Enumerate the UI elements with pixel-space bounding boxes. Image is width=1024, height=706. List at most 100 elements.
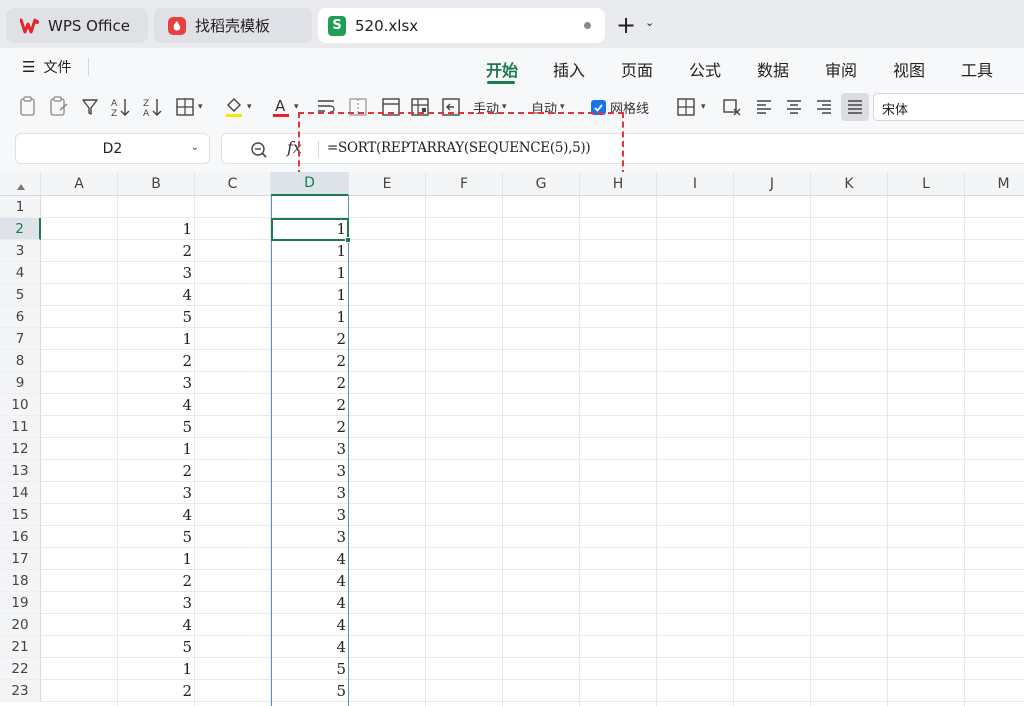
- cell-B21[interactable]: 5: [118, 636, 195, 658]
- file-menu-button[interactable]: ☰ 文件: [22, 57, 71, 77]
- row-header-6[interactable]: 6: [0, 306, 41, 328]
- tab-data[interactable]: 数据: [757, 57, 789, 81]
- formula-highlight-annotation: [298, 112, 624, 176]
- row-header-12[interactable]: 12: [0, 438, 41, 460]
- column-header-G[interactable]: G: [503, 172, 580, 196]
- column-header-E[interactable]: E: [349, 172, 426, 196]
- row-header-23[interactable]: 23: [0, 680, 41, 702]
- cell-B15[interactable]: 4: [118, 504, 195, 526]
- column-header-M[interactable]: M: [965, 172, 1024, 196]
- align-center-icon[interactable]: [784, 95, 804, 119]
- row-header-1[interactable]: 1: [0, 196, 41, 218]
- paste-values-icon[interactable]: [18, 95, 38, 119]
- column-header-J[interactable]: J: [734, 172, 811, 196]
- new-tab-button[interactable]: +: [616, 12, 636, 38]
- font-name-select[interactable]: 宋体: [873, 93, 1024, 121]
- cell-B7[interactable]: 1: [118, 328, 195, 350]
- paste-format-icon[interactable]: [48, 95, 70, 119]
- row-header-7[interactable]: 7: [0, 328, 41, 350]
- row-header-2[interactable]: 2: [0, 218, 41, 240]
- column-header-I[interactable]: I: [657, 172, 734, 196]
- fill-handle[interactable]: [345, 237, 351, 243]
- cell-style-button[interactable]: ▾: [676, 95, 706, 119]
- row-header-22[interactable]: 22: [0, 658, 41, 680]
- cell-B9[interactable]: 3: [118, 372, 195, 394]
- name-box[interactable]: D2 ⌄: [15, 133, 210, 164]
- align-justify-icon[interactable]: [841, 93, 869, 121]
- filter-icon[interactable]: [81, 95, 99, 119]
- tab-template[interactable]: 找稻壳模板: [154, 8, 312, 43]
- row-header-17[interactable]: 17: [0, 548, 41, 570]
- cell-B6[interactable]: 5: [118, 306, 195, 328]
- row-header-8[interactable]: 8: [0, 350, 41, 372]
- cell-B17[interactable]: 1: [118, 548, 195, 570]
- cell-B10[interactable]: 4: [118, 394, 195, 416]
- cell-B12[interactable]: 1: [118, 438, 195, 460]
- cell-B5[interactable]: 4: [118, 284, 195, 306]
- row-header-19[interactable]: 19: [0, 592, 41, 614]
- tab-review[interactable]: 审阅: [825, 57, 857, 81]
- select-all-corner[interactable]: [0, 172, 41, 196]
- row-header-21[interactable]: 21: [0, 636, 41, 658]
- fill-color-button[interactable]: ▾: [224, 95, 252, 119]
- column-header-D[interactable]: D: [271, 172, 349, 196]
- sort-ascending-icon[interactable]: AZ: [110, 95, 132, 119]
- tab-insert[interactable]: 插入: [553, 57, 585, 81]
- ribbon-menu: ☰ 文件 开始 插入 页面 公式 数据 审阅 视图 工具: [0, 48, 1024, 86]
- clear-format-icon[interactable]: [722, 95, 742, 119]
- align-right-icon[interactable]: [814, 95, 834, 119]
- tab-view[interactable]: 视图: [893, 57, 925, 81]
- sort-descending-icon[interactable]: ZA: [142, 95, 164, 119]
- tab-wps-office[interactable]: WPS Office: [6, 8, 148, 43]
- row-header-14[interactable]: 14: [0, 482, 41, 504]
- row-header-10[interactable]: 10: [0, 394, 41, 416]
- align-left-icon[interactable]: [754, 95, 774, 119]
- zoom-icon[interactable]: [249, 140, 269, 164]
- cell-B2[interactable]: 1: [118, 218, 195, 240]
- column-header-L[interactable]: L: [888, 172, 965, 196]
- active-tab-indicator: [487, 81, 515, 84]
- row-header-3[interactable]: 3: [0, 240, 41, 262]
- chevron-down-icon[interactable]: ⌄: [645, 16, 654, 29]
- column-header-K[interactable]: K: [811, 172, 888, 196]
- cell-B20[interactable]: 4: [118, 614, 195, 636]
- wps-logo-icon: [20, 17, 40, 35]
- tab-tools[interactable]: 工具: [961, 57, 993, 81]
- chevron-down-icon: ▾: [502, 102, 507, 112]
- borders-button[interactable]: ▾: [175, 95, 203, 119]
- font-color-button[interactable]: A ▾: [271, 95, 299, 119]
- tab-file-520[interactable]: S 520.xlsx: [318, 8, 605, 43]
- column-header-H[interactable]: H: [580, 172, 657, 196]
- row-header-4[interactable]: 4: [0, 262, 41, 284]
- tab-formula[interactable]: 公式: [689, 57, 721, 81]
- cell-B22[interactable]: 1: [118, 658, 195, 680]
- cell-B19[interactable]: 3: [118, 592, 195, 614]
- row-header-9[interactable]: 9: [0, 372, 41, 394]
- row-header-5[interactable]: 5: [0, 284, 41, 306]
- cell-B13[interactable]: 2: [118, 460, 195, 482]
- row-header-20[interactable]: 20: [0, 614, 41, 636]
- column-header-C[interactable]: C: [195, 172, 271, 196]
- gridline: [810, 196, 811, 706]
- row-header-13[interactable]: 13: [0, 460, 41, 482]
- cell-B23[interactable]: 2: [118, 680, 195, 702]
- tab-page[interactable]: 页面: [621, 57, 653, 81]
- column-header-B[interactable]: B: [118, 172, 195, 196]
- column-header-F[interactable]: F: [426, 172, 503, 196]
- cell-B4[interactable]: 3: [118, 262, 195, 284]
- row-header-18[interactable]: 18: [0, 570, 41, 592]
- spreadsheet-grid[interactable]: A B C D E F G H I J K L M 1 2 1 1 3 2 1 4 3 1 5 4 1 6 5 1 7 1 2 8 2 2 9 3 2 10…: [0, 172, 1024, 706]
- cell-B8[interactable]: 2: [118, 350, 195, 372]
- tab-home[interactable]: 开始: [486, 57, 518, 81]
- cell-B18[interactable]: 2: [118, 570, 195, 592]
- row-header-11[interactable]: 11: [0, 416, 41, 438]
- row-header-15[interactable]: 15: [0, 504, 41, 526]
- cell-B3[interactable]: 2: [118, 240, 195, 262]
- cell-B14[interactable]: 3: [118, 482, 195, 504]
- column-header-A[interactable]: A: [41, 172, 118, 196]
- unsaved-dot-icon[interactable]: [584, 22, 591, 29]
- row-header-16[interactable]: 16: [0, 526, 41, 548]
- gridline: [425, 196, 426, 706]
- cell-B11[interactable]: 5: [118, 416, 195, 438]
- cell-B16[interactable]: 5: [118, 526, 195, 548]
